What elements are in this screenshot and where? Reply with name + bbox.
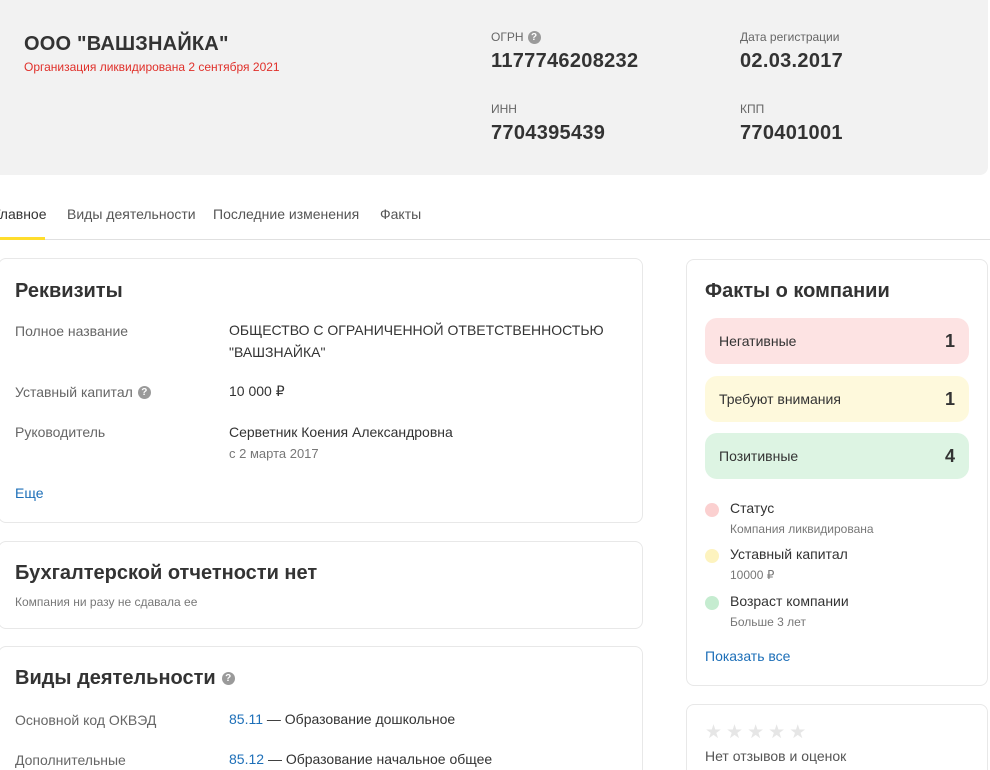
registration-date-block: Дата регистрации 02.03.2017: [740, 30, 843, 73]
head-label: Руководитель: [15, 424, 106, 440]
main-okved-code-link[interactable]: 85.11: [229, 711, 263, 727]
activities-title: Виды деятельности: [15, 667, 216, 689]
accounting-title: Бухгалтерской отчетности нет: [15, 562, 318, 584]
positive-facts-count: 4: [944, 445, 955, 466]
ogrn-value: 1177746208232: [491, 50, 639, 72]
main-okved-desc: — Образование дошкольное: [266, 711, 456, 727]
rating-stars[interactable]: ★ ★ ★ ★ ★: [705, 723, 806, 742]
inn-label: ИНН: [491, 102, 517, 116]
star-icon[interactable]: ★: [789, 723, 806, 742]
positive-facts-label: Позитивные: [719, 448, 799, 464]
inn-block: ИНН 7704395439: [491, 102, 605, 145]
requisites-card: Реквизиты Полное название ОБЩЕСТВО С ОГР…: [0, 258, 643, 523]
tab-facts[interactable]: Факты: [380, 206, 421, 222]
facts-title: Факты о компании: [705, 280, 890, 302]
accounting-card: Бухгалтерской отчетности нет Компания ни…: [0, 541, 643, 629]
star-icon[interactable]: ★: [747, 723, 764, 742]
active-tab-indicator: [0, 237, 45, 240]
help-icon[interactable]: ?: [137, 385, 151, 399]
head-name: Серветник Коения Александровна: [229, 424, 453, 440]
star-icon[interactable]: ★: [705, 723, 722, 742]
fact-item-title: Возраст компании: [730, 593, 849, 609]
ogrn-label: ОГРН: [491, 30, 524, 44]
kpp-block: КПП 770401001: [740, 102, 843, 145]
capital-label-row: Уставный капитал ?: [15, 384, 151, 400]
registration-date-value: 02.03.2017: [740, 50, 844, 72]
negative-facts-count: 1: [944, 330, 955, 351]
ogrn-block: ОГРН ? 1177746208232: [491, 30, 638, 73]
age-dot-icon: [705, 596, 719, 610]
full-name-line2: "ВАШЗНАЙКА": [229, 344, 326, 360]
tab-recent-changes[interactable]: Последние изменения: [213, 206, 359, 222]
kpp-value: 770401001: [740, 122, 843, 144]
full-name-value: ОБЩЕСТВО С ОГРАНИЧЕННОЙ ОТВЕТСТВЕННОСТЬЮ…: [229, 319, 604, 363]
star-icon[interactable]: ★: [768, 723, 785, 742]
tab-activities[interactable]: Виды деятельности: [67, 206, 196, 222]
fact-item-subtitle: Больше 3 лет: [730, 615, 806, 629]
accounting-note: Компания ни разу не сдавала ее: [15, 595, 198, 609]
kpp-label: КПП: [740, 102, 765, 116]
capital-dot-icon: [705, 549, 719, 563]
fact-item-title: Уставный капитал: [730, 546, 848, 562]
registration-date-label: Дата регистрации: [740, 30, 840, 44]
requisites-title: Реквизиты: [15, 280, 123, 302]
star-icon[interactable]: ★: [726, 723, 743, 742]
facts-card: Факты о компании Негативные 1 Требуют вн…: [686, 259, 988, 686]
full-name-line1: ОБЩЕСТВО С ОГРАНИЧЕННОЙ ОТВЕТСТВЕННОСТЬЮ: [229, 322, 604, 338]
fact-item-subtitle: 10000 ₽: [730, 568, 775, 582]
main-okved-label: Основной код ОКВЭД: [15, 712, 157, 728]
help-icon[interactable]: ?: [527, 30, 541, 44]
show-all-facts-link[interactable]: Показать все: [705, 648, 790, 664]
positive-facts-button[interactable]: Позитивные 4: [705, 433, 969, 479]
fact-item-title: Статус: [730, 500, 775, 516]
no-reviews-text: Нет отзывов и оценок: [705, 748, 847, 764]
fact-item-subtitle: Компания ликвидирована: [730, 522, 874, 536]
full-name-label: Полное название: [15, 323, 129, 339]
extra-okved-code-link[interactable]: 85.12: [229, 751, 264, 767]
activities-card: Виды деятельности ? Основной код ОКВЭД 8…: [0, 646, 643, 770]
company-name: ООО "ВАШЗНАЙКА": [24, 33, 229, 55]
negative-facts-label: Негативные: [719, 333, 797, 349]
extra-okved-label: Дополнительные: [15, 752, 126, 768]
extra-okved-desc: — Образование начальное общее: [267, 751, 493, 767]
capital-label: Уставный капитал: [15, 384, 133, 400]
warning-facts-label: Требуют внимания: [719, 391, 841, 407]
help-icon[interactable]: ?: [221, 672, 235, 685]
inn-value: 7704395439: [491, 122, 606, 144]
warning-facts-button[interactable]: Требуют внимания 1: [705, 376, 969, 422]
activities-title-row: Виды деятельности ?: [15, 667, 235, 690]
liquidation-note: Организация ликвидирована 2 сентября 202…: [24, 60, 280, 74]
capital-value: 10 000 ₽: [229, 383, 285, 399]
extra-okved-value: 85.12 — Образование начальное общее: [229, 748, 492, 770]
ogrn-label-row: ОГРН ?: [491, 30, 638, 44]
head-value: Серветник Коения Александровна с 2 марта…: [229, 421, 453, 465]
negative-facts-button[interactable]: Негативные 1: [705, 318, 969, 364]
more-link[interactable]: Еще: [15, 485, 44, 501]
main-okved-value: 85.11 — Образование дошкольное: [229, 708, 455, 730]
tab-main[interactable]: Главное: [0, 206, 47, 222]
warning-facts-count: 1: [944, 388, 955, 409]
tab-bar: Главное Виды деятельности Последние изме…: [0, 190, 990, 240]
head-since: с 2 марта 2017: [229, 446, 319, 461]
status-dot-icon: [705, 503, 719, 517]
company-header: ООО "ВАШЗНАЙКА" Организация ликвидирован…: [0, 0, 988, 175]
reviews-card: ★ ★ ★ ★ ★ Нет отзывов и оценок: [686, 704, 988, 770]
